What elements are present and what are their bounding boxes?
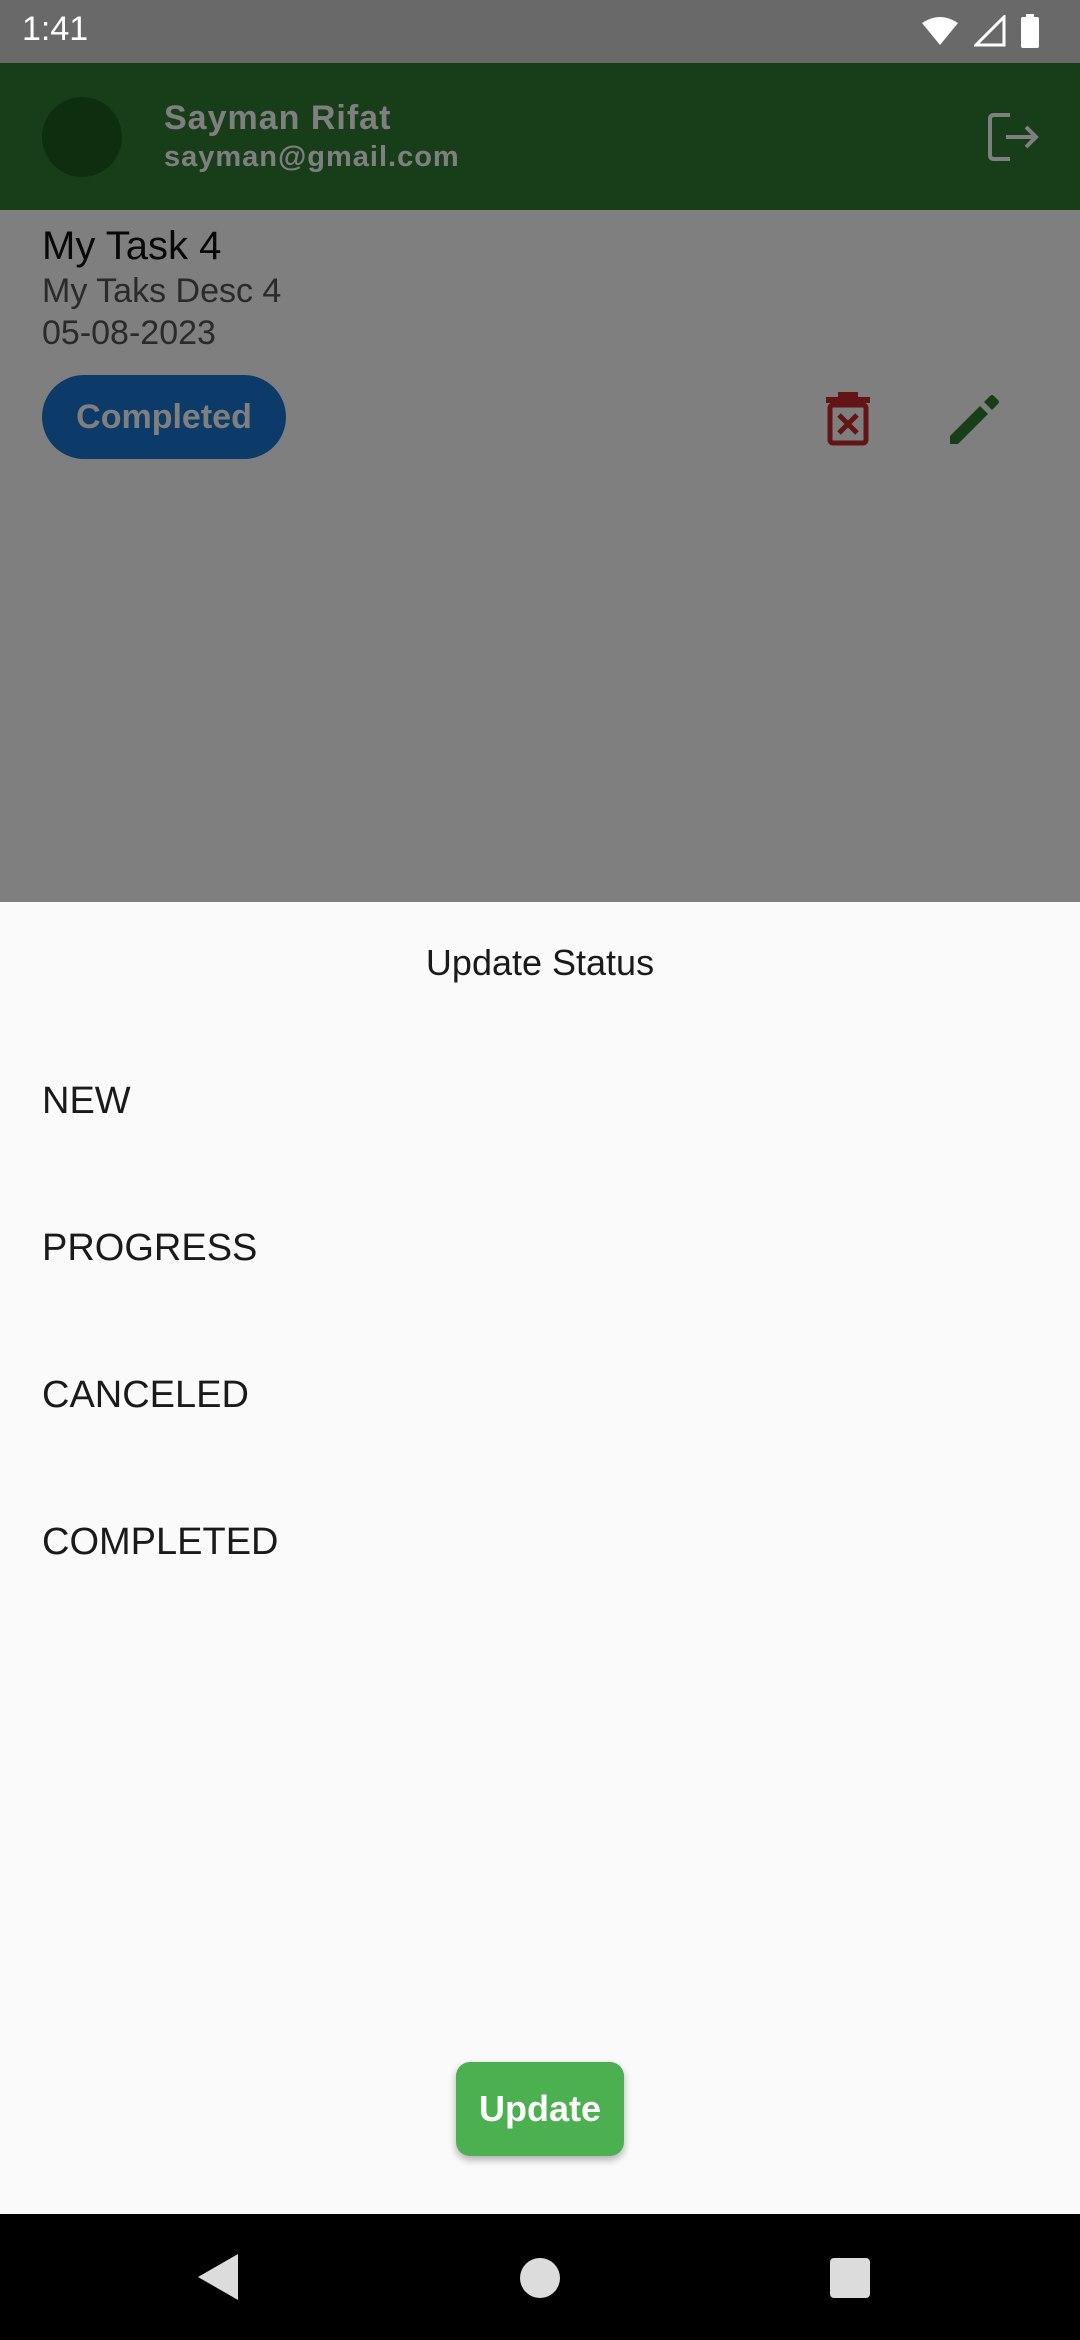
cell-signal-icon (974, 15, 1006, 47)
status-bar: 1:41 (0, 0, 1080, 63)
wifi-icon (922, 17, 958, 45)
status-time: 1:41 (22, 10, 89, 48)
status-option-canceled[interactable]: CANCELED (42, 1374, 249, 1417)
status-option-completed[interactable]: COMPLETED (42, 1521, 278, 1564)
update-button[interactable]: Update (456, 2062, 624, 2156)
status-option-new[interactable]: NEW (42, 1080, 131, 1123)
home-icon[interactable] (520, 2258, 560, 2298)
status-option-progress[interactable]: PROGRESS (42, 1227, 257, 1270)
sheet-title: Update Status (425, 942, 655, 983)
status-icons (920, 14, 1040, 48)
modal-scrim[interactable] (0, 63, 1080, 903)
back-icon[interactable] (196, 2252, 240, 2302)
battery-icon (1021, 14, 1039, 48)
recents-icon[interactable] (830, 2258, 870, 2298)
system-nav-bar (0, 2214, 1080, 2340)
update-status-sheet: Update Status NEW PROGRESS CANCELED COMP… (0, 902, 1080, 2214)
